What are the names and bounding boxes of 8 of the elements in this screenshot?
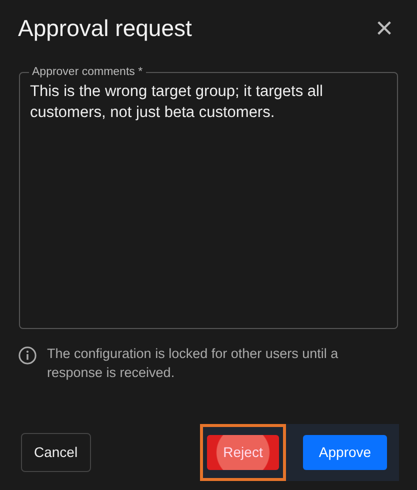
cancel-button[interactable]: Cancel [21, 433, 91, 472]
field-label: Approver comments * [31, 67, 144, 78]
comments-field[interactable]: This is the wrong target group; it targets all customers, not just beta customers. [30, 78, 387, 124]
info-text: The configuration is locked for other users until a response is received. [47, 345, 340, 382]
info-icon [18, 346, 37, 365]
approve-button[interactable]: Approve [303, 435, 387, 470]
close-button[interactable]: × [369, 14, 399, 44]
dialog-title: Approval request [18, 15, 192, 43]
